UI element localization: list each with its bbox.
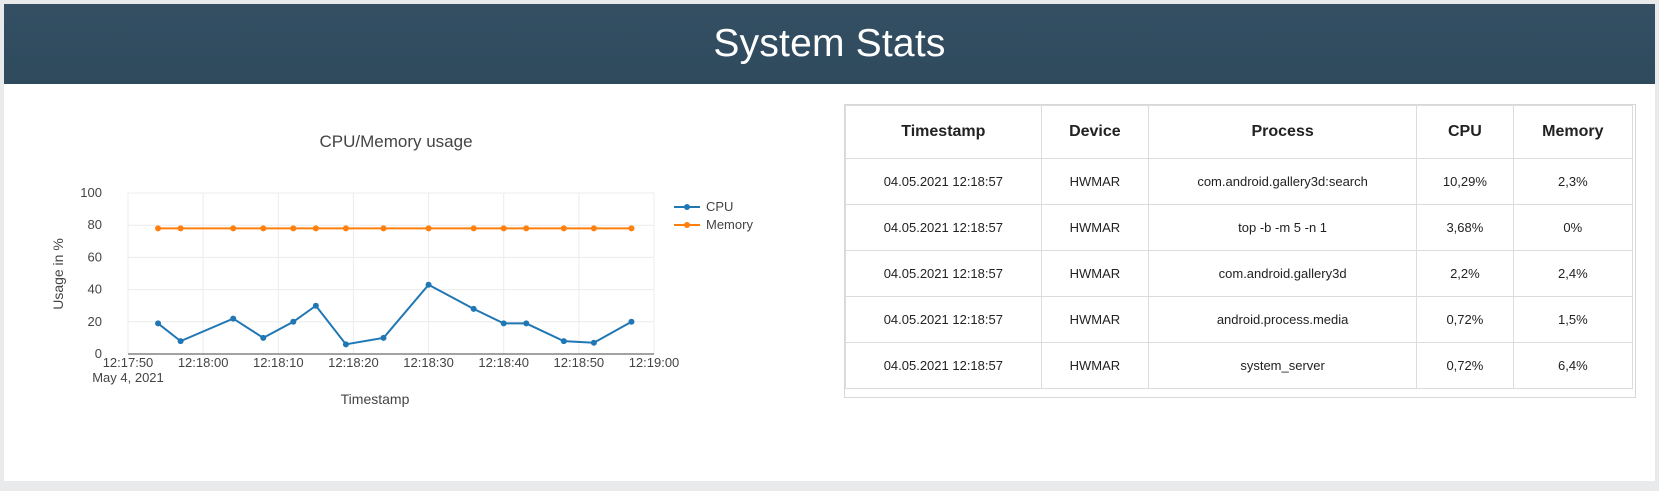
data-point-memory (260, 225, 267, 232)
cell-timestamp: 04.05.2021 12:18:57 (845, 204, 1042, 251)
cell-timestamp: 04.05.2021 12:18:57 (845, 296, 1042, 343)
data-point-cpu (342, 341, 349, 348)
y-tick-label: 100 (80, 185, 102, 200)
chart-axes: 0 20 40 60 80 100 12:17:50May 4, 2021 12:18:00 1… (80, 185, 679, 385)
chart-legend[interactable]: CPU Memory (674, 199, 753, 232)
column-header-process[interactable]: Process (1148, 105, 1418, 159)
x-tick-label: 12:18:50 (554, 355, 605, 370)
legend-swatch-marker (684, 222, 690, 228)
table-row: 04.05.2021 12:18:57 HWMAR com.android.ga… (845, 250, 1634, 297)
cell-device: HWMAR (1040, 158, 1150, 205)
data-point-memory (155, 225, 162, 232)
column-header-timestamp[interactable]: Timestamp (845, 105, 1042, 159)
cell-process: top -b -m 5 -n 1 (1148, 204, 1418, 251)
page-header: System Stats (4, 4, 1655, 84)
main-content: 0 20 40 60 80 100 12:17:50 May 4, 2021 12:18:00 1… (4, 84, 1655, 481)
y-tick-label: 60 (88, 249, 102, 264)
chart-title: CPU/Memory usage (319, 132, 472, 151)
legend-item-label: Memory (706, 217, 753, 232)
x-tick-label: 12:18:30 (403, 355, 454, 370)
data-point-cpu (590, 339, 597, 346)
y-tick-label: 40 (88, 282, 102, 297)
data-point-memory (628, 225, 635, 232)
x-tick-label: 12:19:00 (629, 355, 680, 370)
process-table-container: Timestamp Device Process CPU Memory 04.0… (844, 104, 1636, 398)
y-tick-label: 80 (88, 217, 102, 232)
cell-memory: 2,4% (1512, 250, 1634, 297)
cell-memory: 0% (1512, 204, 1634, 251)
cell-cpu: 0,72% (1416, 342, 1514, 389)
cell-cpu: 3,68% (1416, 204, 1514, 251)
data-point-memory (177, 225, 184, 232)
data-point-cpu (628, 318, 635, 325)
data-point-cpu (500, 320, 507, 327)
y-axis-label: Usage in % (50, 238, 66, 310)
data-point-memory (230, 225, 237, 232)
cell-process: com.android.gallery3d:search (1148, 158, 1418, 205)
data-point-cpu (230, 315, 237, 322)
page-title: System Stats (713, 22, 946, 65)
series-line-cpu (157, 283, 632, 346)
data-point-memory (590, 225, 597, 232)
data-point-cpu (260, 334, 267, 341)
cell-memory: 6,4% (1512, 342, 1634, 389)
cell-memory: 2,3% (1512, 158, 1634, 205)
x-tick-label: 12:18:00 (178, 355, 229, 370)
data-point-memory (500, 225, 507, 232)
data-point-cpu (425, 281, 432, 288)
cell-cpu: 2,2% (1416, 250, 1514, 297)
data-point-cpu (523, 320, 530, 327)
data-point-cpu (290, 318, 297, 325)
data-point-memory (342, 225, 349, 232)
usage-chart[interactable]: 0 20 40 60 80 100 12:17:50May 4, 2021 12:18:00 1… (4, 84, 834, 481)
data-point-memory (523, 225, 530, 232)
cell-cpu: 10,29% (1416, 158, 1514, 205)
data-point-cpu (380, 334, 387, 341)
chart-series (155, 225, 635, 348)
data-point-memory (380, 225, 387, 232)
data-point-memory (290, 225, 297, 232)
data-point-cpu (560, 338, 567, 345)
data-point-memory (425, 225, 432, 232)
legend-swatch-marker (684, 204, 690, 210)
cell-device: HWMAR (1040, 204, 1150, 251)
x-tick-label: 12:17:50 (103, 355, 154, 370)
data-point-cpu (312, 302, 319, 309)
x-axis-label: Timestamp (341, 391, 410, 407)
cell-timestamp: 04.05.2021 12:18:57 (845, 250, 1042, 297)
x-tick-sublabel: May 4, 2021 (92, 370, 164, 385)
table-row: 04.05.2021 12:18:57 HWMAR android.proces… (845, 296, 1634, 343)
cell-cpu: 0,72% (1416, 296, 1514, 343)
data-point-memory (560, 225, 567, 232)
data-point-cpu (177, 338, 184, 345)
y-tick-label: 20 (88, 314, 102, 329)
y-tick-label: 0 (95, 346, 102, 361)
table-header-row: Timestamp Device Process CPU Memory (845, 105, 1634, 159)
cell-device: HWMAR (1040, 342, 1150, 389)
table-row: 04.05.2021 12:18:57 HWMAR system_server … (845, 342, 1634, 389)
x-tick-label: 12:18:20 (328, 355, 379, 370)
data-point-memory (470, 225, 477, 232)
cell-memory: 1,5% (1512, 296, 1634, 343)
process-table: Timestamp Device Process CPU Memory 04.0… (845, 105, 1634, 389)
column-header-memory[interactable]: Memory (1512, 105, 1634, 159)
cell-process: com.android.gallery3d (1148, 250, 1418, 297)
cell-device: HWMAR (1040, 296, 1150, 343)
table-row: 04.05.2021 12:18:57 HWMAR top -b -m 5 -n… (845, 204, 1634, 251)
cell-process: android.process.media (1148, 296, 1418, 343)
cell-device: HWMAR (1040, 250, 1150, 297)
cell-process: system_server (1148, 342, 1418, 389)
usage-chart-container: 0 20 40 60 80 100 12:17:50 May 4, 2021 12:18:00 1… (4, 84, 834, 481)
cell-timestamp: 04.05.2021 12:18:57 (845, 158, 1042, 205)
column-header-device[interactable]: Device (1040, 105, 1150, 159)
column-header-cpu[interactable]: CPU (1416, 105, 1514, 159)
data-point-cpu (470, 305, 477, 312)
data-point-cpu (155, 320, 162, 327)
legend-item-label: CPU (706, 199, 733, 214)
data-point-memory (312, 225, 319, 232)
x-tick-label: 12:18:40 (478, 355, 529, 370)
x-tick-label: 12:18:10 (253, 355, 304, 370)
table-row: 04.05.2021 12:18:57 HWMAR com.android.ga… (845, 158, 1634, 205)
cell-timestamp: 04.05.2021 12:18:57 (845, 342, 1042, 389)
